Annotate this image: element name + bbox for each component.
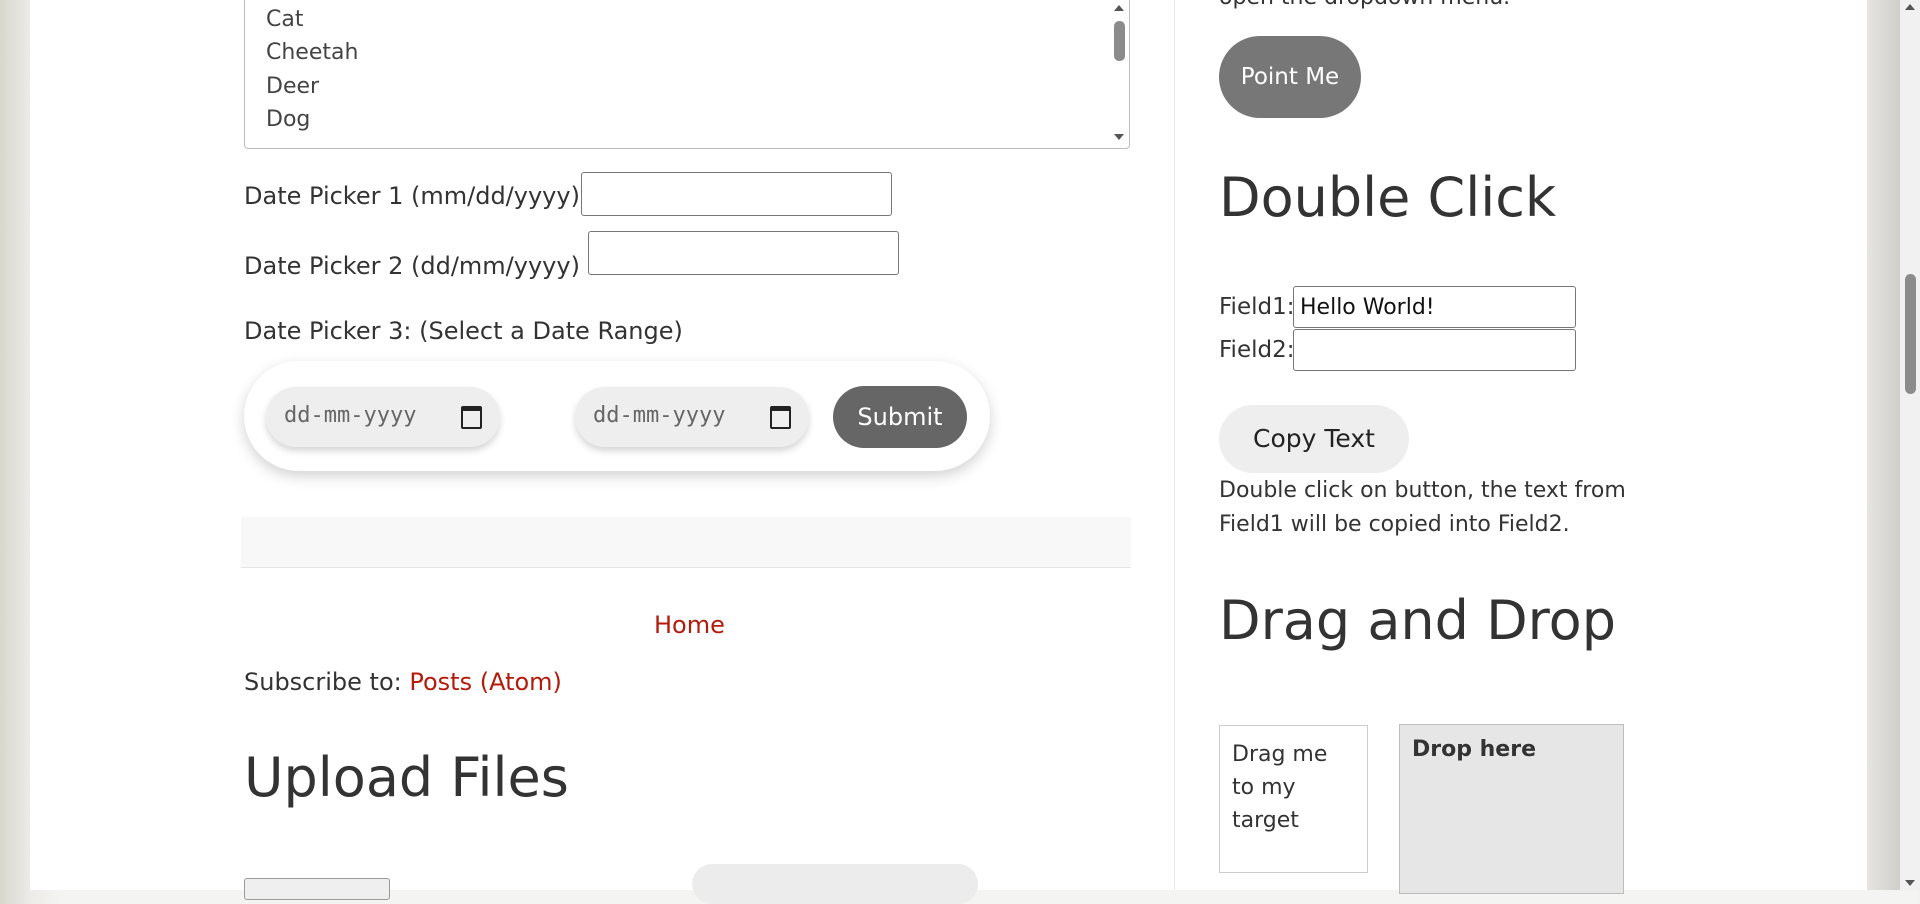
date-picker-1-label: Date Picker 1 (mm/dd/yyyy):	[244, 182, 589, 210]
subscribe-prefix: Subscribe to:	[244, 668, 402, 696]
field1-label: Field1:	[1219, 294, 1295, 320]
footer-strip	[241, 517, 1131, 568]
date-picker-3-label: Date Picker 3: (Select a Date Range)	[244, 317, 683, 345]
date-range-form: dd-mm-yyyy dd-mm-yyyy Submit	[244, 361, 990, 471]
posts-atom-link[interactable]: Posts (Atom)	[409, 668, 562, 696]
scroll-down-icon[interactable]	[1114, 134, 1124, 140]
list-item[interactable]: Deer	[266, 74, 319, 99]
copy-text-button[interactable]: Copy Text	[1219, 405, 1409, 473]
page-scroll-thumb[interactable]	[1905, 274, 1916, 394]
date-picker-2-label: Date Picker 2 (dd/mm/yyyy) :	[244, 252, 596, 280]
animal-listbox[interactable]: Cat Cheetah Deer Dog	[244, 0, 1130, 149]
choose-file-button[interactable]	[244, 878, 390, 900]
double-click-description-2: Field1 will be copied into Field2.	[1219, 512, 1570, 537]
subscribe-row: Subscribe to: Posts (Atom)	[244, 668, 562, 696]
scroll-up-icon[interactable]	[1905, 4, 1915, 10]
drag-and-drop-heading: Drag and Drop	[1219, 589, 1616, 652]
point-me-button[interactable]: Point Me	[1219, 36, 1361, 118]
home-link[interactable]: Home	[654, 611, 725, 639]
upload-button[interactable]	[692, 864, 978, 904]
column-divider	[1174, 0, 1175, 890]
date-picker-2-input[interactable]	[588, 231, 899, 275]
listbox-scrollbar[interactable]	[1109, 0, 1129, 148]
scroll-up-icon[interactable]	[1114, 5, 1124, 11]
dropdown-hint-text: open the dropdown menu.	[1219, 0, 1510, 15]
list-item[interactable]: Dog	[266, 107, 310, 132]
scroll-down-icon[interactable]	[1905, 880, 1915, 886]
range-start-placeholder: dd-mm-yyyy	[284, 403, 417, 428]
submit-button[interactable]: Submit	[833, 386, 967, 448]
list-item[interactable]: Cat	[266, 7, 303, 32]
field1-input[interactable]	[1293, 286, 1576, 328]
background-edge	[1867, 0, 1900, 890]
date-picker-1-input[interactable]	[581, 172, 892, 216]
double-click-description-1: Double click on button, the text from	[1219, 478, 1626, 503]
page-scrollbar[interactable]	[1900, 0, 1920, 890]
listbox-scroll-thumb[interactable]	[1114, 21, 1125, 61]
list-item[interactable]: Cheetah	[266, 40, 358, 65]
range-end-placeholder: dd-mm-yyyy	[593, 403, 726, 428]
double-click-heading: Double Click	[1219, 166, 1557, 229]
draggable-box[interactable]: Drag me to my target	[1219, 725, 1368, 873]
field2-input[interactable]	[1293, 329, 1576, 371]
range-start-date-input[interactable]: dd-mm-yyyy	[266, 387, 500, 447]
drop-target[interactable]: Drop here	[1399, 724, 1624, 894]
field2-label: Field2:	[1219, 337, 1295, 363]
range-end-date-input[interactable]: dd-mm-yyyy	[575, 387, 809, 447]
calendar-icon[interactable]	[461, 406, 482, 429]
upload-files-heading: Upload Files	[244, 746, 569, 809]
calendar-icon[interactable]	[770, 406, 791, 429]
